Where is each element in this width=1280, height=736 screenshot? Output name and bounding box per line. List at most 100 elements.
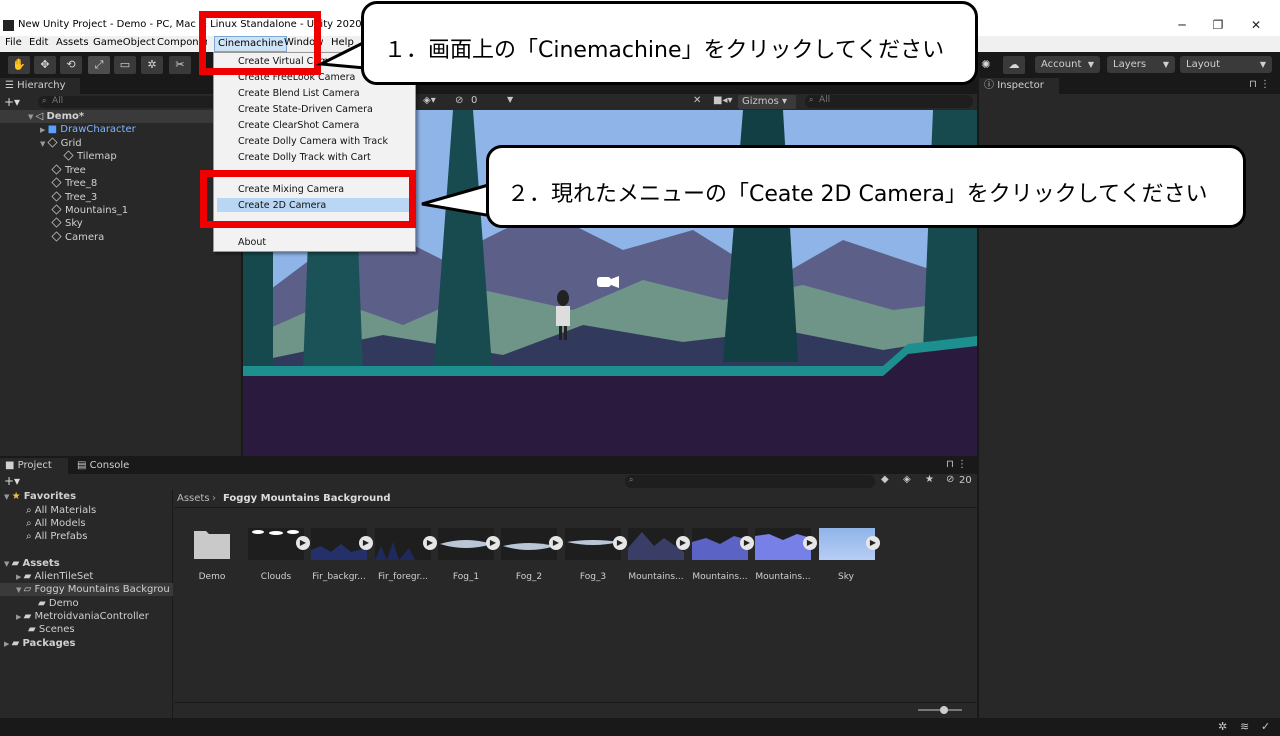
- folder-foggy-mountains[interactable]: ▼ ▱ Foggy Mountains Backgrou: [16, 583, 173, 596]
- add-icon[interactable]: +▾: [4, 95, 20, 109]
- folder-scenes[interactable]: ▰ Scenes: [28, 623, 75, 636]
- folder-alientileset[interactable]: ▶ ▰ AlienTileSet: [16, 570, 93, 583]
- layers-visibility-icon[interactable]: ◈▾: [423, 95, 436, 106]
- breadcrumb-assets[interactable]: Assets: [177, 493, 210, 504]
- asset-label-mountains-1[interactable]: Mountains...: [624, 572, 688, 582]
- folder-metroidvaniacontroller[interactable]: ▶ ▰ MetroidvaniaController: [16, 610, 149, 623]
- favorite-all-materials[interactable]: ⌕ All Materials: [26, 504, 96, 517]
- move-tool-icon[interactable]: ✥: [34, 56, 56, 74]
- hierarchy-item-grid[interactable]: ▼ Grid: [40, 137, 82, 150]
- tab-inspector[interactable]: ⓘ Inspector: [979, 78, 1059, 94]
- hierarchy-item-tree[interactable]: Tree: [51, 164, 86, 177]
- hierarchy-item-tilemap[interactable]: Tilemap: [63, 150, 117, 163]
- tab-project[interactable]: ■ Project: [0, 458, 68, 474]
- custom-tool-icon[interactable]: ✂: [169, 56, 191, 74]
- menu-item-create-clearshot-camera[interactable]: Create ClearShot Camera: [238, 120, 359, 131]
- menu-assets[interactable]: Assets: [56, 37, 89, 48]
- play-icon[interactable]: ▶: [423, 536, 437, 550]
- label: Tilemap: [77, 151, 117, 162]
- tab-console[interactable]: ▤ Console: [72, 458, 142, 474]
- hierarchy-item-tree-3[interactable]: Tree_3: [51, 191, 97, 204]
- menu-item-create-state-driven-camera[interactable]: Create State-Driven Camera: [238, 104, 373, 115]
- breadcrumb-current[interactable]: Foggy Mountains Background: [223, 493, 391, 504]
- scene-root-row[interactable]: ▼ ◁ Demo*: [28, 110, 84, 123]
- play-icon[interactable]: ▶: [866, 536, 880, 550]
- chevron-down-icon[interactable]: ▼: [507, 95, 513, 104]
- menu-item-about[interactable]: About: [238, 237, 266, 248]
- play-icon[interactable]: ▶: [803, 536, 817, 550]
- menu-item-create-dolly-camera[interactable]: Create Dolly Camera with Track: [238, 136, 388, 147]
- asset-label-fir-background[interactable]: Fir_backgr...: [307, 572, 371, 582]
- play-icon[interactable]: ▶: [359, 536, 373, 550]
- zoom-slider-handle[interactable]: [940, 706, 948, 714]
- filter-label-icon[interactable]: ◈: [903, 474, 911, 485]
- favorite-star-icon[interactable]: ★: [925, 474, 934, 485]
- asset-label-mountains-3[interactable]: Mountains...: [751, 572, 815, 582]
- tab-hierarchy[interactable]: ☰ Hierarchy: [0, 78, 80, 94]
- play-icon[interactable]: ▶: [676, 536, 690, 550]
- hierarchy-search-input[interactable]: ⌕ All: [38, 96, 236, 108]
- favorite-all-prefabs[interactable]: ⌕ All Prefabs: [26, 530, 87, 543]
- packages-header[interactable]: ▶ ▰ Packages: [4, 637, 76, 650]
- filter-type-icon[interactable]: ◆: [881, 474, 889, 485]
- rotate-tool-icon[interactable]: ⟲: [60, 56, 82, 74]
- progress-icon[interactable]: ≋: [1240, 720, 1249, 733]
- menu-edit[interactable]: Edit: [29, 37, 48, 48]
- hand-tool-icon[interactable]: ✋: [8, 56, 30, 74]
- menu-file[interactable]: File: [5, 37, 22, 48]
- asset-label-mountains-2[interactable]: Mountains...: [688, 572, 752, 582]
- rect-tool-icon[interactable]: ▭: [114, 56, 136, 74]
- hierarchy-item-mountains-1[interactable]: Mountains_1: [51, 204, 128, 217]
- label: All Materials: [34, 505, 97, 516]
- search-icon: ⌕: [26, 505, 35, 516]
- menu-item-create-dolly-track[interactable]: Create Dolly Track with Cart: [238, 152, 371, 163]
- folder-demo[interactable]: ▰ Demo: [38, 597, 79, 610]
- asset-label-clouds[interactable]: Clouds: [244, 572, 308, 582]
- tools-icon[interactable]: ✕: [693, 95, 701, 106]
- layers-dropdown[interactable]: Layers ▼: [1107, 56, 1175, 73]
- play-icon[interactable]: ▶: [486, 536, 500, 550]
- asset-label-fir-foreground[interactable]: Fir_foregr...: [371, 572, 435, 582]
- menu-item-create-blend-list-camera[interactable]: Create Blend List Camera: [238, 88, 360, 99]
- hierarchy-item-sky[interactable]: Sky: [51, 217, 83, 230]
- hidden-packages-icon[interactable]: ⊘: [946, 474, 954, 485]
- camera-settings-icon[interactable]: ■◂▾: [713, 95, 733, 106]
- hierarchy-item-drawcharacter[interactable]: ▶ ■ DrawCharacter: [40, 123, 136, 136]
- account-dropdown[interactable]: Account ▼: [1035, 56, 1100, 73]
- asset-label-fog-1[interactable]: Fog_1: [434, 572, 498, 582]
- add-icon[interactable]: +▾: [4, 474, 20, 488]
- layout-dropdown[interactable]: Layout ▼: [1180, 56, 1272, 73]
- play-icon[interactable]: ▶: [549, 536, 563, 550]
- lock-icon[interactable]: ⊓ ⋮: [946, 459, 967, 470]
- assets-header[interactable]: ▼ ▰ Assets: [4, 557, 60, 570]
- transform-tool-icon[interactable]: ✲: [141, 56, 163, 74]
- favorites-header[interactable]: ▼ ★ Favorites: [4, 490, 76, 503]
- minimize-button[interactable]: ─: [1172, 17, 1192, 33]
- check-icon[interactable]: ✓: [1261, 720, 1270, 733]
- asset-label-fog-3[interactable]: Fog_3: [561, 572, 625, 582]
- chevron-down-icon: ▼: [40, 140, 48, 148]
- play-icon[interactable]: ▶: [740, 536, 754, 550]
- asset-label-sky[interactable]: Sky: [814, 572, 878, 582]
- menu-gameobject[interactable]: GameObject: [93, 37, 155, 48]
- maximize-button[interactable]: ❐: [1208, 17, 1228, 33]
- folder-asset-icon[interactable]: [192, 527, 232, 561]
- project-search-input[interactable]: ⌕: [625, 475, 875, 488]
- asset-label-demo[interactable]: Demo: [180, 572, 244, 582]
- debug-icon[interactable]: ✲: [1218, 720, 1227, 733]
- lock-icon[interactable]: ⊓ ⋮: [1249, 79, 1270, 90]
- gizmos-dropdown[interactable]: Gizmos ▾: [738, 95, 796, 109]
- hierarchy-item-tree-8[interactable]: Tree_8: [51, 177, 97, 190]
- favorite-all-models[interactable]: ⌕ All Models: [26, 517, 86, 530]
- cloud-icon[interactable]: ☁: [1003, 56, 1025, 74]
- hidden-objects-icon[interactable]: ⊘: [455, 95, 463, 106]
- play-icon[interactable]: ▶: [296, 536, 310, 550]
- close-button[interactable]: ✕: [1246, 17, 1266, 33]
- play-icon[interactable]: ▶: [613, 536, 627, 550]
- hierarchy-item-camera[interactable]: Camera: [51, 231, 104, 244]
- asset-label-fog-2[interactable]: Fog_2: [497, 572, 561, 582]
- collab-icon[interactable]: ✺: [975, 56, 997, 74]
- scene-search-input[interactable]: ⌕ All: [805, 95, 973, 108]
- scale-tool-icon[interactable]: ⤢: [88, 56, 110, 74]
- gameobject-icon: [51, 231, 62, 242]
